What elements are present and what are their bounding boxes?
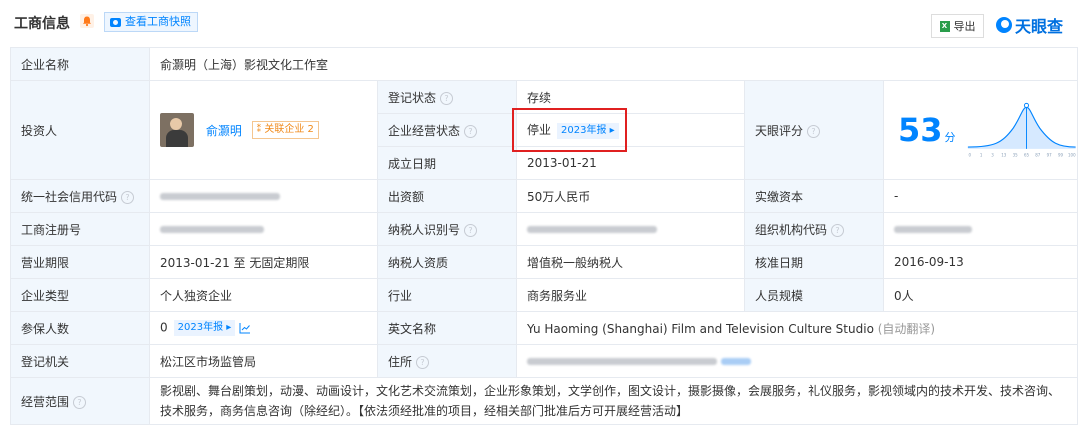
table-row: 统一社会信用代码? 出资额 50万人民币 实缴资本 - [10,179,1079,213]
insured-value: 0 [160,320,168,335]
tax-qual-value: 增值税一般纳税人 [516,245,745,279]
scope-label-cell: 经营范围? [10,377,150,425]
business-scope: 影视剧、舞台剧策划，动漫、动画设计，文化艺术交流策划，企业形象策划，文学创作，图… [148,377,1079,425]
company-name-label: 企业名称 [10,47,150,81]
highlight-box [512,108,627,152]
camera-icon [110,17,121,27]
score-axis-tick: 87 [1035,152,1041,157]
avatar[interactable] [160,113,194,147]
capital-label: 出资额 [377,179,517,213]
investor-name-link[interactable]: 俞灏明 [206,124,242,138]
taxpayer-id-label-cell: 纳税人识别号? [377,212,517,246]
tax-qual-label: 纳税人资质 [377,245,517,279]
tianyan-score-label-cell: 天眼评分? [744,80,884,180]
paidin-label: 实缴资本 [744,179,884,213]
export-label: 导出 [953,20,976,33]
logo-mark-icon [996,17,1012,33]
score-axis-tick: 0 [968,152,971,157]
related-companies-badge[interactable]: ⁑ 关联企业 2 [251,121,319,139]
trend-chart-icon[interactable] [239,322,251,334]
score-axis-tick: 35 [1012,152,1018,157]
help-icon[interactable]: ? [73,395,87,409]
tianyancha-logo[interactable]: 天眼查 [996,13,1063,37]
help-icon[interactable]: ? [416,355,430,369]
help-icon[interactable]: ? [807,124,821,138]
score-distribution-chart: 0 1 3 13 35 65 87 97 99 100 [967,102,1076,157]
help-icon[interactable]: ? [464,223,478,237]
insured-cell: 0 2023年报 ▸ [149,311,378,345]
type-label: 企业类型 [10,278,150,312]
business-info-table: 企业名称 俞灏明（上海）影视文化工作室 投资人 俞灏明 ⁑ 关联企业 2 登记状… [10,47,1079,425]
english-name: Yu Haoming (Shanghai) Film and Televisio… [527,321,874,336]
reg-status-label-cell: 登记状态? [377,80,517,114]
score-axis-tick: 97 [1046,152,1052,157]
term-label: 营业期限 [10,245,150,279]
authority-label: 登记机关 [10,344,150,378]
help-icon[interactable]: ? [831,223,845,237]
reg-no-label: 工商注册号 [10,212,150,246]
approval-label: 核准日期 [744,245,884,279]
score-axis-tick: 1 [979,152,982,157]
table-row: 工商注册号 纳税人识别号? 组织机构代码? [10,212,1079,246]
score-axis-tick: 65 [1023,152,1029,157]
help-icon[interactable]: ? [440,91,454,105]
logo-text: 天眼查 [1015,17,1064,36]
credit-code-redacted [149,179,378,213]
score-axis-tick: 99 [1058,152,1064,157]
investor-cell: 俞灏明 ⁑ 关联企业 2 [149,80,378,180]
company-name: 俞灏明（上海）影视文化工作室 [148,47,1079,81]
address-redacted [515,344,1079,378]
taxpayer-id-redacted [516,212,745,246]
table-row: 企业类型 个人独资企业 行业 商务服务业 人员规模 0人 [10,278,1079,312]
export-button[interactable]: X 导出 [931,14,984,38]
auto-translate-note: (自动翻译) [877,321,936,336]
score-value: 53 分 [898,111,956,149]
score-axis-tick: 3 [991,152,994,157]
investor-label: 投资人 [10,80,150,180]
table-row: 经营范围? 影视剧、舞台剧策划，动漫、动画设计，文化艺术交流策划，企业形象策划，… [10,377,1079,425]
established-label: 成立日期 [377,146,517,180]
score-axis-tick: 13 [1001,152,1007,157]
snapshot-label: 查看工商快照 [125,15,191,28]
table-row: 营业期限 2013-01-21 至 无固定期限 纳税人资质 增值税一般纳税人 核… [10,245,1079,279]
help-icon[interactable]: ? [464,124,478,138]
section-title: 工商信息 [14,16,70,32]
section-header: 工商信息 查看工商快照 X 导出 天眼查 [0,0,1080,40]
table-row: 企业名称 俞灏明（上海）影视文化工作室 [10,47,1079,81]
table-row: 参保人数 0 2023年报 ▸ 英文名称 Yu Haoming (Shanghai… [10,311,1079,345]
address-label-cell: 住所? [377,344,517,378]
type-value: 个人独资企业 [149,278,378,312]
authority-value: 松江区市场监管局 [149,344,378,378]
paidin-value: - [882,179,1079,213]
tianyan-score-cell[interactable]: 53 分 0 1 3 13 35 65 87 97 99 100 [882,80,1079,180]
insured-label: 参保人数 [10,311,150,345]
industry-label: 行业 [377,278,517,312]
help-icon[interactable]: ? [121,190,135,204]
staff-value: 0人 [882,278,1079,312]
org-code-redacted [882,212,1079,246]
op-status-label-cell: 企业经营状态? [377,113,517,147]
reg-no-redacted [149,212,378,246]
capital-value: 50万人民币 [516,179,745,213]
english-label: 英文名称 [377,311,517,345]
staff-label: 人员规模 [744,278,884,312]
insured-report-link[interactable]: 2023年报 ▸ [173,320,236,336]
excel-icon: X [939,20,950,32]
approval-value: 2016-09-13 [882,245,1079,279]
credit-code-label-cell: 统一社会信用代码? [10,179,150,213]
org-code-label-cell: 组织机构代码? [744,212,884,246]
term-value: 2013-01-21 至 无固定期限 [149,245,378,279]
view-snapshot-button[interactable]: 查看工商快照 [104,12,198,32]
bell-icon[interactable] [80,14,94,28]
table-row: 登记机关 松江区市场监管局 住所? [10,344,1079,378]
english-cell: Yu Haoming (Shanghai) Film and Televisio… [515,311,1079,345]
industry-value: 商务服务业 [516,278,745,312]
score-axis-tick: 100 [1068,152,1076,157]
